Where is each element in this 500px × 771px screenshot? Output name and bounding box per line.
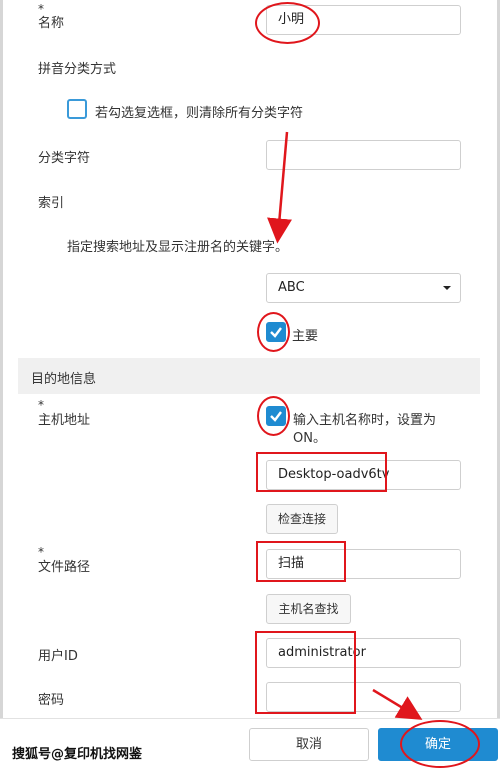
annotation-arrows bbox=[267, 131, 423, 720]
annotation-arrow-down bbox=[267, 131, 292, 244]
annotation-arrow-confirm bbox=[372, 688, 423, 720]
